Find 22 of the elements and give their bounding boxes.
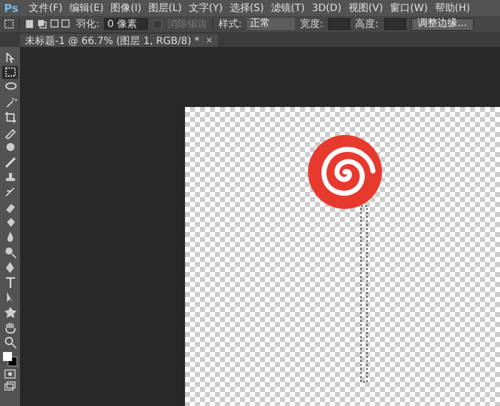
feather-field[interactable]: 0 像素	[104, 18, 148, 30]
app-logo: Ps	[4, 2, 20, 14]
document-tab[interactable]: 未标题-1 @ 66.7% (图层 1, RGB/8) * ×	[20, 34, 218, 47]
menu-item[interactable]: 文件(F)	[29, 1, 63, 15]
menu-item[interactable]: 3D(D)	[312, 2, 342, 14]
feather-label: 羽化:	[76, 18, 100, 31]
menu-item[interactable]: 图像(I)	[110, 1, 142, 15]
menu-item[interactable]: 图层(L)	[148, 1, 182, 15]
document-title: 未标题-1 @ 66.7% (图层 1, RGB/8) *	[25, 34, 200, 48]
width-label: 宽度:	[300, 18, 324, 31]
menu-item[interactable]: 选择(S)	[230, 1, 264, 15]
tab-close[interactable]: ×	[205, 36, 213, 46]
menu-item[interactable]: 滤镜(T)	[270, 1, 305, 15]
menu-item[interactable]: 窗口(W)	[390, 1, 428, 15]
refine-edge-button[interactable]: 调整边缘...	[410, 18, 474, 30]
height-label: 高度:	[355, 18, 378, 31]
style-dropdown[interactable]: 正常	[246, 18, 295, 30]
menu-item[interactable]: 编辑(E)	[70, 1, 104, 15]
menu-item[interactable]: 视图(V)	[348, 1, 384, 15]
style-label: 样式:	[218, 18, 242, 31]
menu-item[interactable]: 文字(Y)	[188, 1, 223, 15]
menu-item[interactable]: 帮助(H)	[434, 1, 470, 15]
